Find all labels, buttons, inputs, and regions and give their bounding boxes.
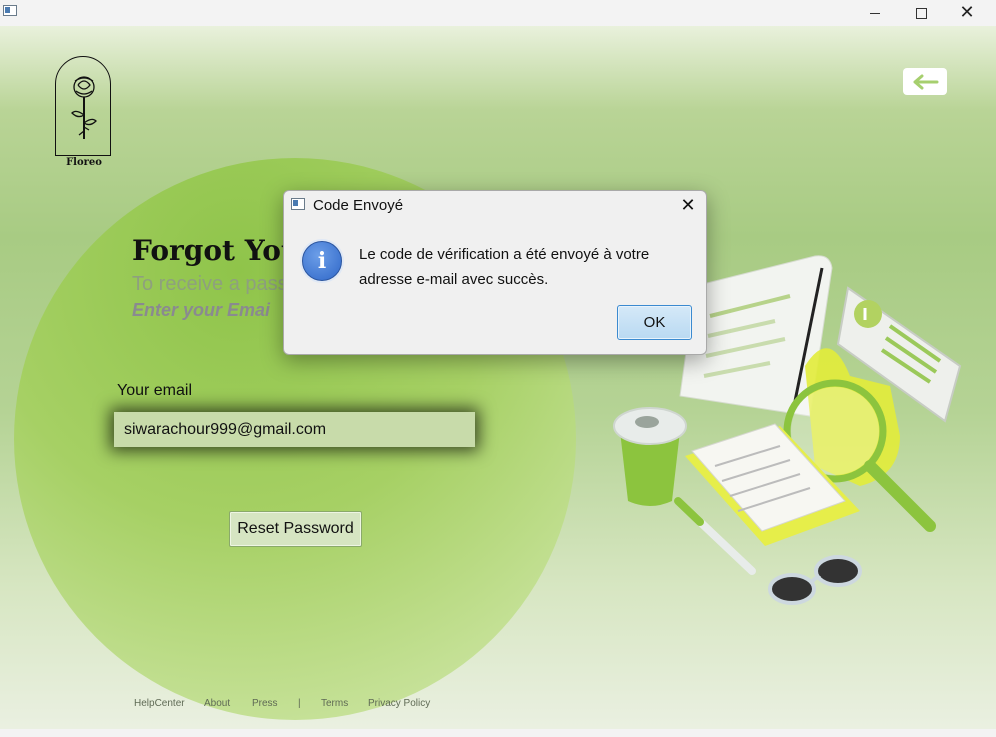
dialog-title: Code Envoyé [313,197,404,214]
minimize-button[interactable] [852,0,898,26]
email-label: Your email [117,382,193,399]
instruction-text: Enter your Emai [132,300,271,320]
window-titlebar: ✕ [0,0,996,26]
footer-link-about[interactable]: About [204,698,230,709]
reset-password-button[interactable]: Reset Password [229,511,362,547]
main-content: Floreo Forgot You To receive a pass Ente… [0,26,996,729]
logo-frame [55,56,111,156]
footer-link-terms[interactable]: Terms [321,698,348,709]
window-bottom-edge [0,729,996,737]
ok-button[interactable]: OK [617,305,692,340]
subtitle: To receive a pass [132,273,288,295]
dialog-message-line1: Le code de vérification a été envoyé à v… [359,246,650,263]
footer-link-press[interactable]: Press [252,698,278,709]
message-dialog: Code Envoyé ✕ i Le code de vérification … [283,190,707,355]
cup-illustration [613,407,687,506]
maximize-button[interactable] [898,0,944,26]
logo-text: Floreo [66,157,102,168]
footer-link-privacy[interactable]: Privacy Policy [368,698,430,709]
minimize-icon [870,12,880,14]
dialog-close-button[interactable]: ✕ [676,193,700,217]
app-icon [3,5,17,16]
email-field[interactable] [114,412,475,447]
footer-separator: | [298,698,301,709]
info-icon: i [302,241,342,281]
maximize-icon [915,7,927,19]
page-title: Forgot You [132,234,302,267]
close-window-button[interactable]: ✕ [944,0,990,26]
logo: Floreo [54,56,114,176]
arrow-left-icon [913,74,939,89]
dialog-message-line2: adresse e-mail avec succès. [359,271,549,288]
close-icon: ✕ [680,194,696,216]
footer-link-helpcenter[interactable]: HelpCenter [134,698,185,709]
sunglasses-illustration [768,555,862,605]
rose-icon [71,76,97,139]
close-icon: ✕ [959,2,975,23]
back-button[interactable] [903,68,947,95]
dialog-app-icon [291,198,305,210]
